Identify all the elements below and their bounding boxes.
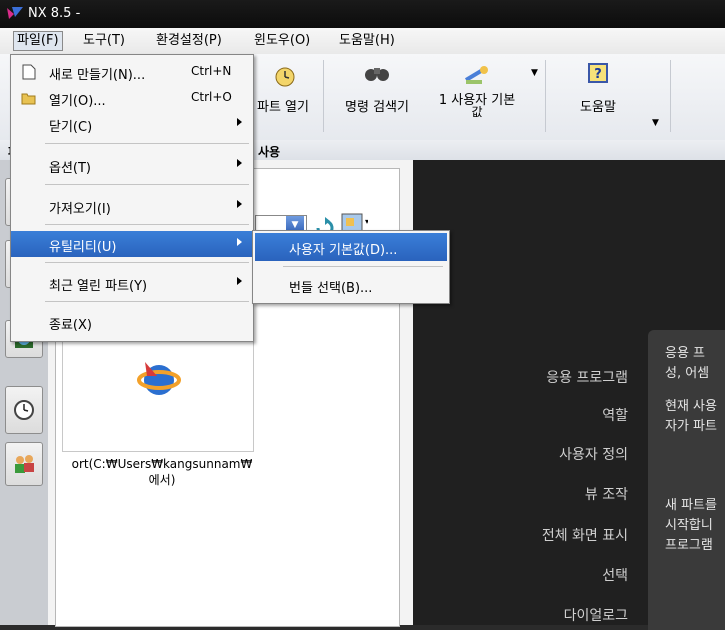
menu-separator <box>283 266 443 267</box>
menu-separator <box>45 301 249 302</box>
nav-view-manipulation[interactable]: 뷰 조작 <box>428 484 628 504</box>
tip-line: 시작합니 <box>665 518 713 533</box>
utilities-submenu: 사용자 기본값(D)... 번들 선택(B)... <box>252 230 450 304</box>
menu-item-label: 닫기(C) <box>49 120 93 135</box>
command-finder-button[interactable]: 명령 검색기 <box>333 62 421 115</box>
menu-item-label: 가져오기(I) <box>49 202 111 217</box>
recent-part-path: ort(C:₩Users₩kangsunnam₩ <box>71 457 253 471</box>
menu-item-shortcut: Ctrl+N <box>191 64 232 78</box>
window-title: NX 8.5 - <box>28 6 81 21</box>
new-file-icon <box>22 64 36 80</box>
menu-item-close[interactable]: 닫기(C) <box>11 111 253 137</box>
tip-line: 응용 프 <box>665 346 706 361</box>
submenu-arrow-icon <box>237 159 242 167</box>
menu-window[interactable]: 윈도우(O) <box>251 32 313 50</box>
open-part-label: 파트 열기 <box>257 100 309 115</box>
tip-line: 성, 어셈 <box>665 366 710 381</box>
menu-preferences[interactable]: 환경설정(P) <box>153 32 225 50</box>
title-bar: NX 8.5 - <box>0 0 725 28</box>
svg-text:?: ? <box>594 67 602 82</box>
menu-item-label: 옵션(T) <box>49 161 92 176</box>
menu-bar: 파일(F) 도구(T) 환경설정(P) 윈도우(O) 도움말(H) <box>0 28 725 55</box>
nav-selection[interactable]: 선택 <box>428 565 628 585</box>
history-tab[interactable] <box>5 386 43 434</box>
menu-separator <box>45 262 249 263</box>
nav-full-screen[interactable]: 전체 화면 표시 <box>428 525 628 545</box>
menu-tools[interactable]: 도구(T) <box>80 32 128 50</box>
nx-logo-icon <box>7 7 23 19</box>
menu-item-label: 열기(O)... <box>49 94 106 109</box>
nav-customize[interactable]: 사용자 정의 <box>428 444 628 464</box>
user-defaults-label-2: 값 <box>471 105 483 119</box>
menu-item-options[interactable]: 옵션(T) <box>11 152 253 178</box>
help-label: 도움말 <box>580 100 616 115</box>
tip-line: 새 파트를 <box>665 498 717 513</box>
submenu-arrow-icon <box>237 238 242 246</box>
submenu-arrow-icon <box>237 200 242 208</box>
open-folder-icon <box>21 93 36 105</box>
submenu-arrow-icon <box>237 118 242 126</box>
menu-item-import[interactable]: 가져오기(I) <box>11 193 253 219</box>
user-defaults-button[interactable]: 1 사용자 기본 값 <box>425 62 529 118</box>
menu-file[interactable]: 파일(F) <box>13 31 63 51</box>
recent-part-thumbnail[interactable] <box>62 325 254 452</box>
menu-separator <box>45 143 249 144</box>
open-part-button[interactable]: 파트 열기 <box>248 62 318 115</box>
menu-item-label: 사용자 기본값(D)... <box>289 243 398 258</box>
menu-item-shortcut: Ctrl+O <box>191 90 232 104</box>
file-menu: 새로 만들기(N)... Ctrl+N 열기(O)... Ctrl+O 닫기(C… <box>10 54 254 342</box>
user-defaults-icon <box>464 66 488 84</box>
menu-item-label: 종료(X) <box>49 318 92 333</box>
nav-dialogs[interactable]: 다이얼로그 <box>428 605 628 625</box>
recent-part-caption: ort(C:₩Users₩kangsunnam₩ 에서) <box>62 456 262 488</box>
tip-line: 자가 파트 <box>665 419 717 434</box>
command-finder-label: 명령 검색기 <box>345 100 409 115</box>
menu-help[interactable]: 도움말(H) <box>336 32 398 50</box>
menu-item-label: 유틸리티(U) <box>49 240 117 255</box>
clock-open-icon <box>275 67 295 87</box>
roles-tab[interactable] <box>5 442 43 486</box>
help-icon: ? <box>588 63 608 83</box>
menu-item-label: 번들 선택(B)... <box>289 281 373 296</box>
clock-icon <box>14 400 34 420</box>
menu-item-recent-parts[interactable]: 최근 열린 파트(Y) <box>11 270 253 296</box>
menu-item-open[interactable]: 열기(O)... Ctrl+O <box>11 85 253 111</box>
tip-line: 현재 사용 <box>665 399 717 414</box>
help-button[interactable]: ? 도움말 <box>566 62 630 115</box>
roles-icon <box>15 455 34 473</box>
binoculars-icon <box>365 68 389 81</box>
nav-roles[interactable]: 역할 <box>428 405 628 425</box>
svg-text:▾: ▾ <box>365 217 368 226</box>
menu-item-user-defaults[interactable]: 사용자 기본값(D)... <box>255 233 447 261</box>
menu-separator <box>45 224 249 225</box>
nav-applications[interactable]: 응용 프로그램 <box>428 367 628 387</box>
menu-item-label: 최근 열린 파트(Y) <box>49 279 148 294</box>
menu-item-exit[interactable]: 종료(X) <box>11 309 253 335</box>
ribbon-group-label: 사용 <box>258 145 281 159</box>
menu-item-new[interactable]: 새로 만들기(N)... Ctrl+N <box>11 59 253 85</box>
menu-item-utilities[interactable]: 유틸리티(U) <box>11 231 253 257</box>
recent-part-path-2: 에서) <box>148 473 176 487</box>
tip-line: 프로그램 <box>665 538 713 553</box>
dropdown-arrow-icon[interactable]: ▼ <box>531 68 538 78</box>
menu-item-label: 새로 만들기(N)... <box>49 68 146 83</box>
menu-item-bundle-select[interactable]: 번들 선택(B)... <box>255 271 447 299</box>
submenu-arrow-icon <box>237 277 242 285</box>
nx-part-icon <box>137 362 181 395</box>
toolbar-overflow-icon[interactable]: ▼ <box>652 118 659 128</box>
menu-separator <box>45 184 249 185</box>
